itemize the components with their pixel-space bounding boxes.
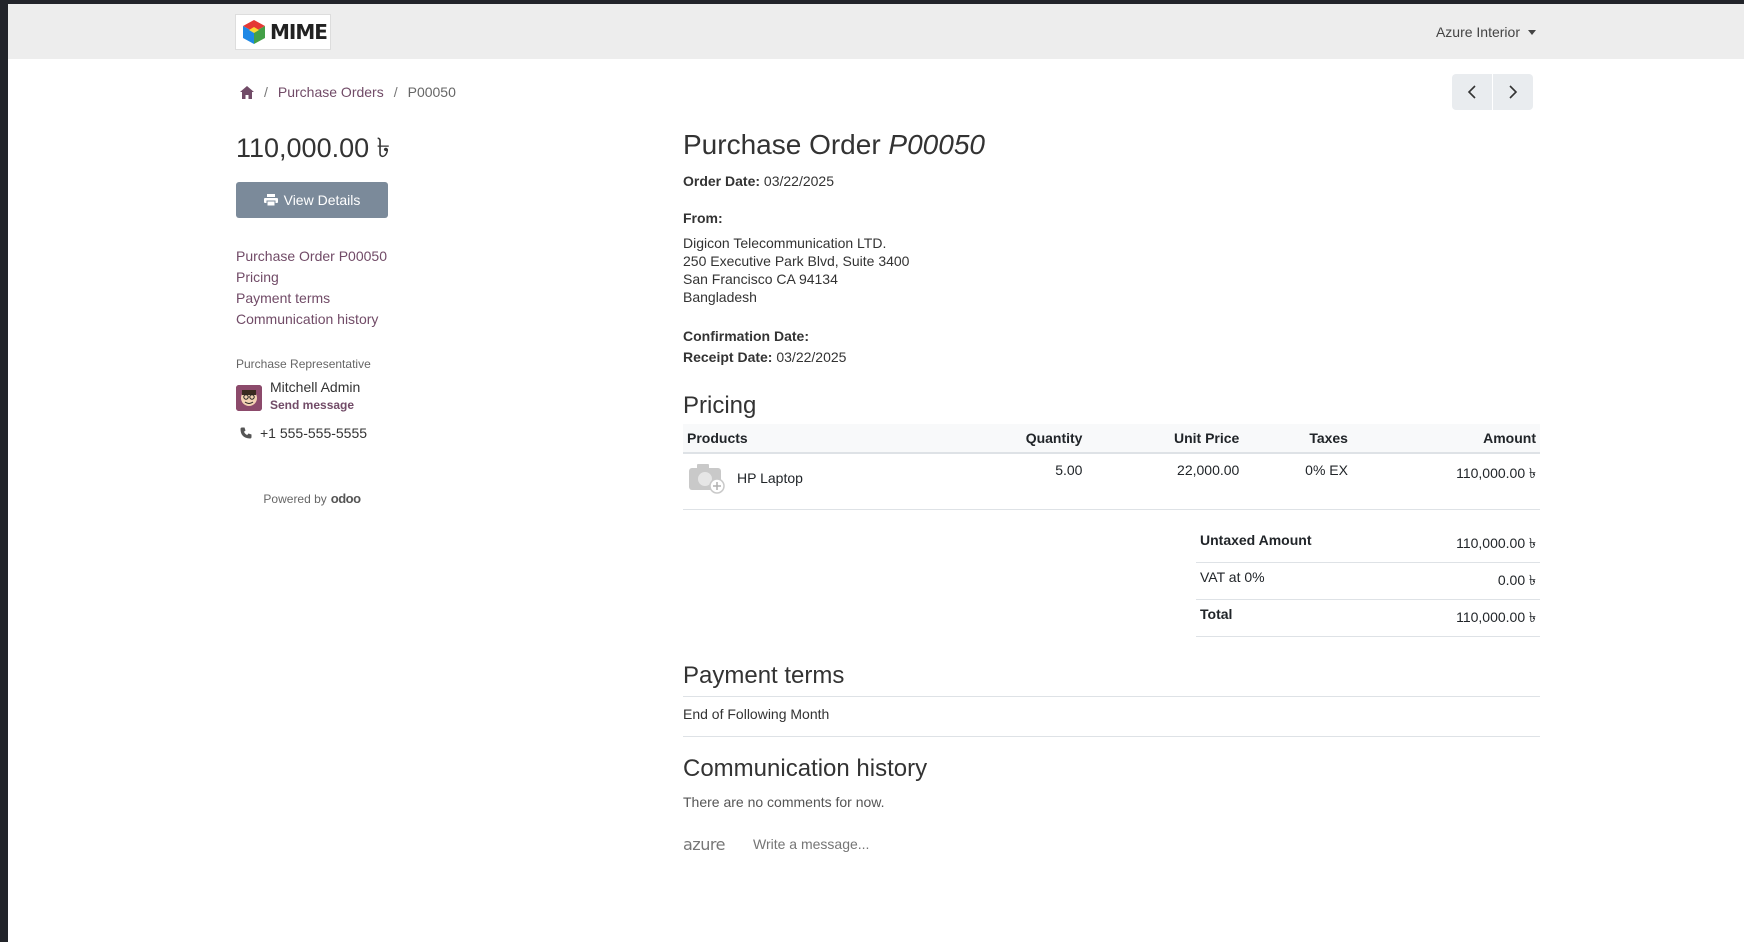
chevron-left-icon xyxy=(1467,85,1476,99)
print-icon xyxy=(263,194,278,206)
chevron-right-icon xyxy=(1509,85,1518,99)
phone-icon xyxy=(240,427,252,439)
col-products: Products xyxy=(683,424,948,454)
toc-payment-terms[interactable]: Payment terms xyxy=(236,290,516,306)
receipt-date-label: Receipt Date: xyxy=(683,349,773,365)
payment-terms-heading: Payment terms xyxy=(683,661,845,689)
title-label: Purchase Order xyxy=(683,129,881,160)
col-unit-price: Unit Price xyxy=(1086,424,1244,454)
confirmation-date-row: Confirmation Date: xyxy=(683,327,1540,345)
payment-terms-section: End of Following Month xyxy=(683,695,1540,737)
breadcrumb: / Purchase Orders / P00050 xyxy=(240,84,456,100)
purchase-representative-label: Purchase Representative xyxy=(236,357,371,371)
powered-by-label: Powered by xyxy=(263,491,327,506)
vendor-name: Digicon Telecommunication LTD. xyxy=(683,235,887,251)
from-label-row: From: xyxy=(683,209,1540,227)
quantity-cell: 5.00 xyxy=(947,453,1087,510)
order-date-label: Order Date: xyxy=(683,173,761,189)
user-face-icon xyxy=(236,385,262,411)
from-label: From: xyxy=(683,210,723,226)
vendor-address: Digicon Telecommunication LTD. 250 Execu… xyxy=(683,234,1540,306)
pricing-heading: Pricing xyxy=(683,392,757,419)
vat-label: VAT at 0% xyxy=(1200,568,1265,585)
untaxed-amount-value: 110,000.00 ৳ xyxy=(1456,534,1536,551)
product-name: HP Laptop xyxy=(737,470,803,486)
col-taxes: Taxes xyxy=(1243,424,1352,454)
col-amount: Amount xyxy=(1351,424,1540,454)
message-composer: azure xyxy=(683,835,1540,854)
unit-price-cell: 22,000.00 xyxy=(1086,453,1244,510)
table-header-row: Products Quantity Unit Price Taxes Amoun… xyxy=(683,424,1540,454)
logo-text: MIME xyxy=(270,20,328,44)
order-date-row: Order Date: 03/22/2025 xyxy=(683,172,1540,190)
total-label: Total xyxy=(1200,605,1233,622)
caret-down-icon xyxy=(1528,29,1536,35)
send-message-link[interactable]: Send message xyxy=(270,398,354,412)
toc-communication-history[interactable]: Communication history xyxy=(236,311,516,327)
receipt-date-value: 03/22/2025 xyxy=(776,349,847,365)
company-name: Azure Interior xyxy=(1435,24,1520,40)
col-quantity: Quantity xyxy=(947,424,1087,454)
breadcrumb-separator: / xyxy=(264,84,268,100)
purchase-order-document: Purchase Order P00050 Order Date: 03/22/… xyxy=(683,128,1540,854)
view-details-button[interactable]: View Details xyxy=(236,182,388,218)
no-comments-text: There are no comments for now. xyxy=(683,793,885,810)
receipt-date-row: Receipt Date: 03/22/2025 xyxy=(683,348,1540,366)
table-of-contents: Purchase Order P00050 Pricing Payment te… xyxy=(236,248,516,327)
powered-by: Powered by odoo xyxy=(236,491,388,506)
phone-number: +1 555-555-5555 xyxy=(260,425,368,441)
company-avatar: azure xyxy=(683,834,725,854)
phone-row: +1 555-555-5555 xyxy=(236,425,516,441)
breadcrumb-separator: / xyxy=(393,84,398,100)
representative-name: Mitchell Admin xyxy=(270,379,361,395)
company-logo[interactable]: MIME xyxy=(235,14,331,50)
representative-card: Mitchell Admin Send message xyxy=(236,379,516,414)
message-input[interactable] xyxy=(751,835,1151,853)
order-number: P00050 xyxy=(888,129,985,160)
odoo-logo[interactable]: odoo xyxy=(331,491,361,506)
vendor-city: San Francisco CA 94134 xyxy=(683,271,838,287)
table-row: HP Laptop 5.00 22,000.00 0% EX 110,000.0… xyxy=(683,453,1540,510)
order-lines-table: Products Quantity Unit Price Taxes Amoun… xyxy=(683,424,1540,510)
sidebar: 110,000.00 ৳ View Details Purchase Order… xyxy=(236,128,516,506)
home-icon[interactable] xyxy=(240,85,254,99)
browser-window: MIME Azure Interior / Purchase Orders / … xyxy=(8,4,1744,942)
page-title: Purchase Order P00050 xyxy=(683,128,1540,162)
next-record-button[interactable] xyxy=(1493,74,1533,110)
toc-purchase-order[interactable]: Purchase Order P00050 xyxy=(236,248,516,264)
confirmation-date-label: Confirmation Date: xyxy=(683,328,809,344)
vendor-street: 250 Executive Park Blvd, Suite 3400 xyxy=(683,253,910,269)
communication-history-heading: Communication history xyxy=(683,754,928,782)
avatar xyxy=(236,385,262,411)
top-navbar: MIME Azure Interior xyxy=(8,4,1744,59)
amount-cell: 110,000.00 ৳ xyxy=(1351,453,1540,510)
record-pager xyxy=(1452,74,1533,110)
untaxed-amount-row: Untaxed Amount 110,000.00 ৳ xyxy=(1196,526,1540,563)
vat-value: 0.00 ৳ xyxy=(1497,571,1536,588)
totals-table: Untaxed Amount 110,000.00 ৳ VAT at 0% 0.… xyxy=(1196,526,1540,637)
cube-logo-icon xyxy=(243,20,265,44)
untaxed-amount-label: Untaxed Amount xyxy=(1200,531,1312,548)
view-details-label: View Details xyxy=(283,192,361,208)
order-total-amount: 110,000.00 ৳ xyxy=(236,133,391,163)
order-date-value: 03/22/2025 xyxy=(763,173,834,189)
previous-record-button[interactable] xyxy=(1452,74,1492,110)
toc-pricing[interactable]: Pricing xyxy=(236,269,516,285)
breadcrumb-current: P00050 xyxy=(407,84,456,100)
total-row: Total 110,000.00 ৳ xyxy=(1196,600,1540,637)
vat-row: VAT at 0% 0.00 ৳ xyxy=(1196,563,1540,600)
total-value: 110,000.00 ৳ xyxy=(1456,608,1536,625)
vendor-country: Bangladesh xyxy=(683,289,757,305)
product-cell: HP Laptop xyxy=(683,453,948,510)
payment-terms-text: End of Following Month xyxy=(683,705,830,722)
taxes-cell: 0% EX xyxy=(1243,453,1352,510)
breadcrumb-purchase-orders[interactable]: Purchase Orders xyxy=(278,84,384,100)
totals-wrapper: Untaxed Amount 110,000.00 ৳ VAT at 0% 0.… xyxy=(683,510,1540,637)
product-image-placeholder-icon xyxy=(689,464,725,494)
company-switcher[interactable]: Azure Interior xyxy=(1436,24,1536,40)
